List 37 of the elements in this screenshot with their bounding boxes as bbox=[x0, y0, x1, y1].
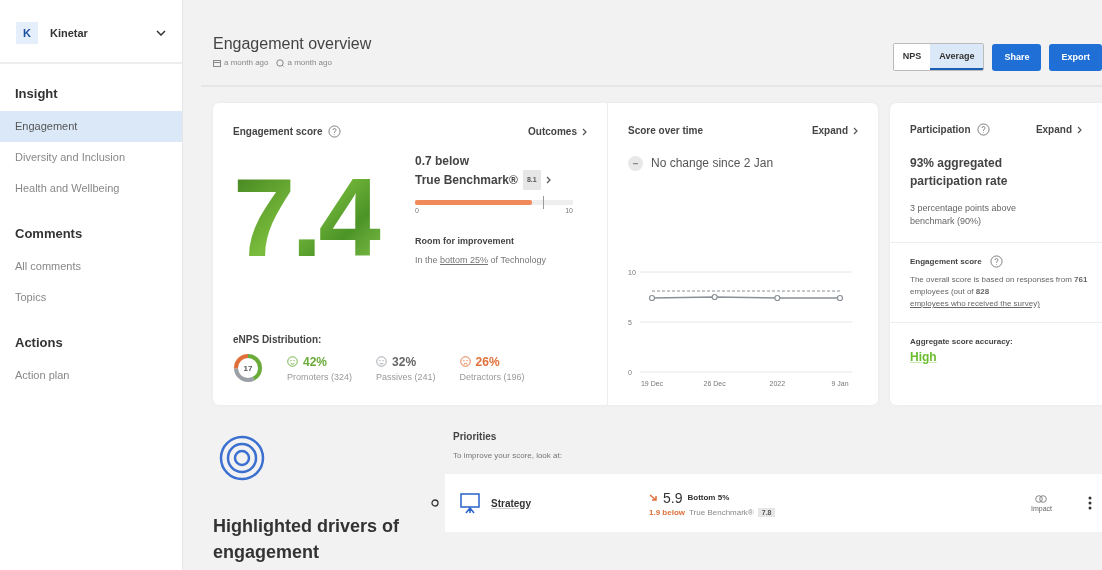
org-name: Kinetar bbox=[50, 27, 89, 39]
group-percent: 42% bbox=[303, 354, 328, 369]
verdict-text: Room for improvement bbox=[415, 236, 515, 246]
org-avatar: K bbox=[16, 22, 38, 44]
participation-note: 3 percentage points above benchmark (90%) bbox=[910, 202, 1018, 228]
sidebar-heading: Insight bbox=[14, 85, 59, 103]
group-label: Passives (241) bbox=[376, 371, 436, 382]
section-title: Engagement score bbox=[910, 257, 982, 266]
driver-rank: Bottom 5% bbox=[687, 493, 730, 502]
card-title: Participation bbox=[910, 124, 971, 135]
sidebar-heading: Comments bbox=[14, 225, 84, 243]
section-title: Aggregate score accuracy: bbox=[910, 337, 1014, 346]
group-percent: 26% bbox=[475, 354, 500, 369]
group-label: Promoters (324) bbox=[287, 371, 353, 382]
updated-date: a month ago bbox=[287, 58, 332, 67]
page-title: Engagement overview bbox=[213, 35, 372, 53]
accuracy-value: High bbox=[910, 350, 938, 364]
enps-score: 17 bbox=[242, 362, 254, 375]
group-percent: 32% bbox=[392, 354, 417, 369]
card-title: Score over time bbox=[628, 125, 704, 136]
change-text: No change since 2 Jan bbox=[651, 155, 774, 172]
benchmark-label: True Benchmark® bbox=[689, 507, 754, 517]
driver-score: 5.9 bbox=[663, 489, 683, 506]
sidebar-heading: Actions bbox=[14, 334, 64, 352]
priorities-subtitle: To improve your score, look at: bbox=[453, 451, 563, 460]
group-label: Detractors (196) bbox=[459, 371, 525, 382]
card-title: Engagement score bbox=[233, 126, 323, 137]
priorities-title: Priorities bbox=[453, 431, 498, 442]
rank-text: In the bottom 25% of Technology bbox=[415, 255, 547, 265]
enps-title: eNPS Distribution: bbox=[233, 334, 323, 345]
participation-rate: 93% aggregated participation rate bbox=[910, 155, 1009, 190]
comparison-text: 0.7 below bbox=[415, 153, 471, 170]
driver-difference: 1.9 below bbox=[649, 507, 685, 517]
score-explanation: The overall score is based on responses from 761 employees (out of 828 employees who received the survey) bbox=[910, 274, 1088, 310]
benchmark-label: True Benchmark® bbox=[415, 172, 518, 189]
created-date: a month ago bbox=[224, 58, 269, 67]
section-heading: Highlighted drivers of engagement bbox=[213, 515, 400, 564]
